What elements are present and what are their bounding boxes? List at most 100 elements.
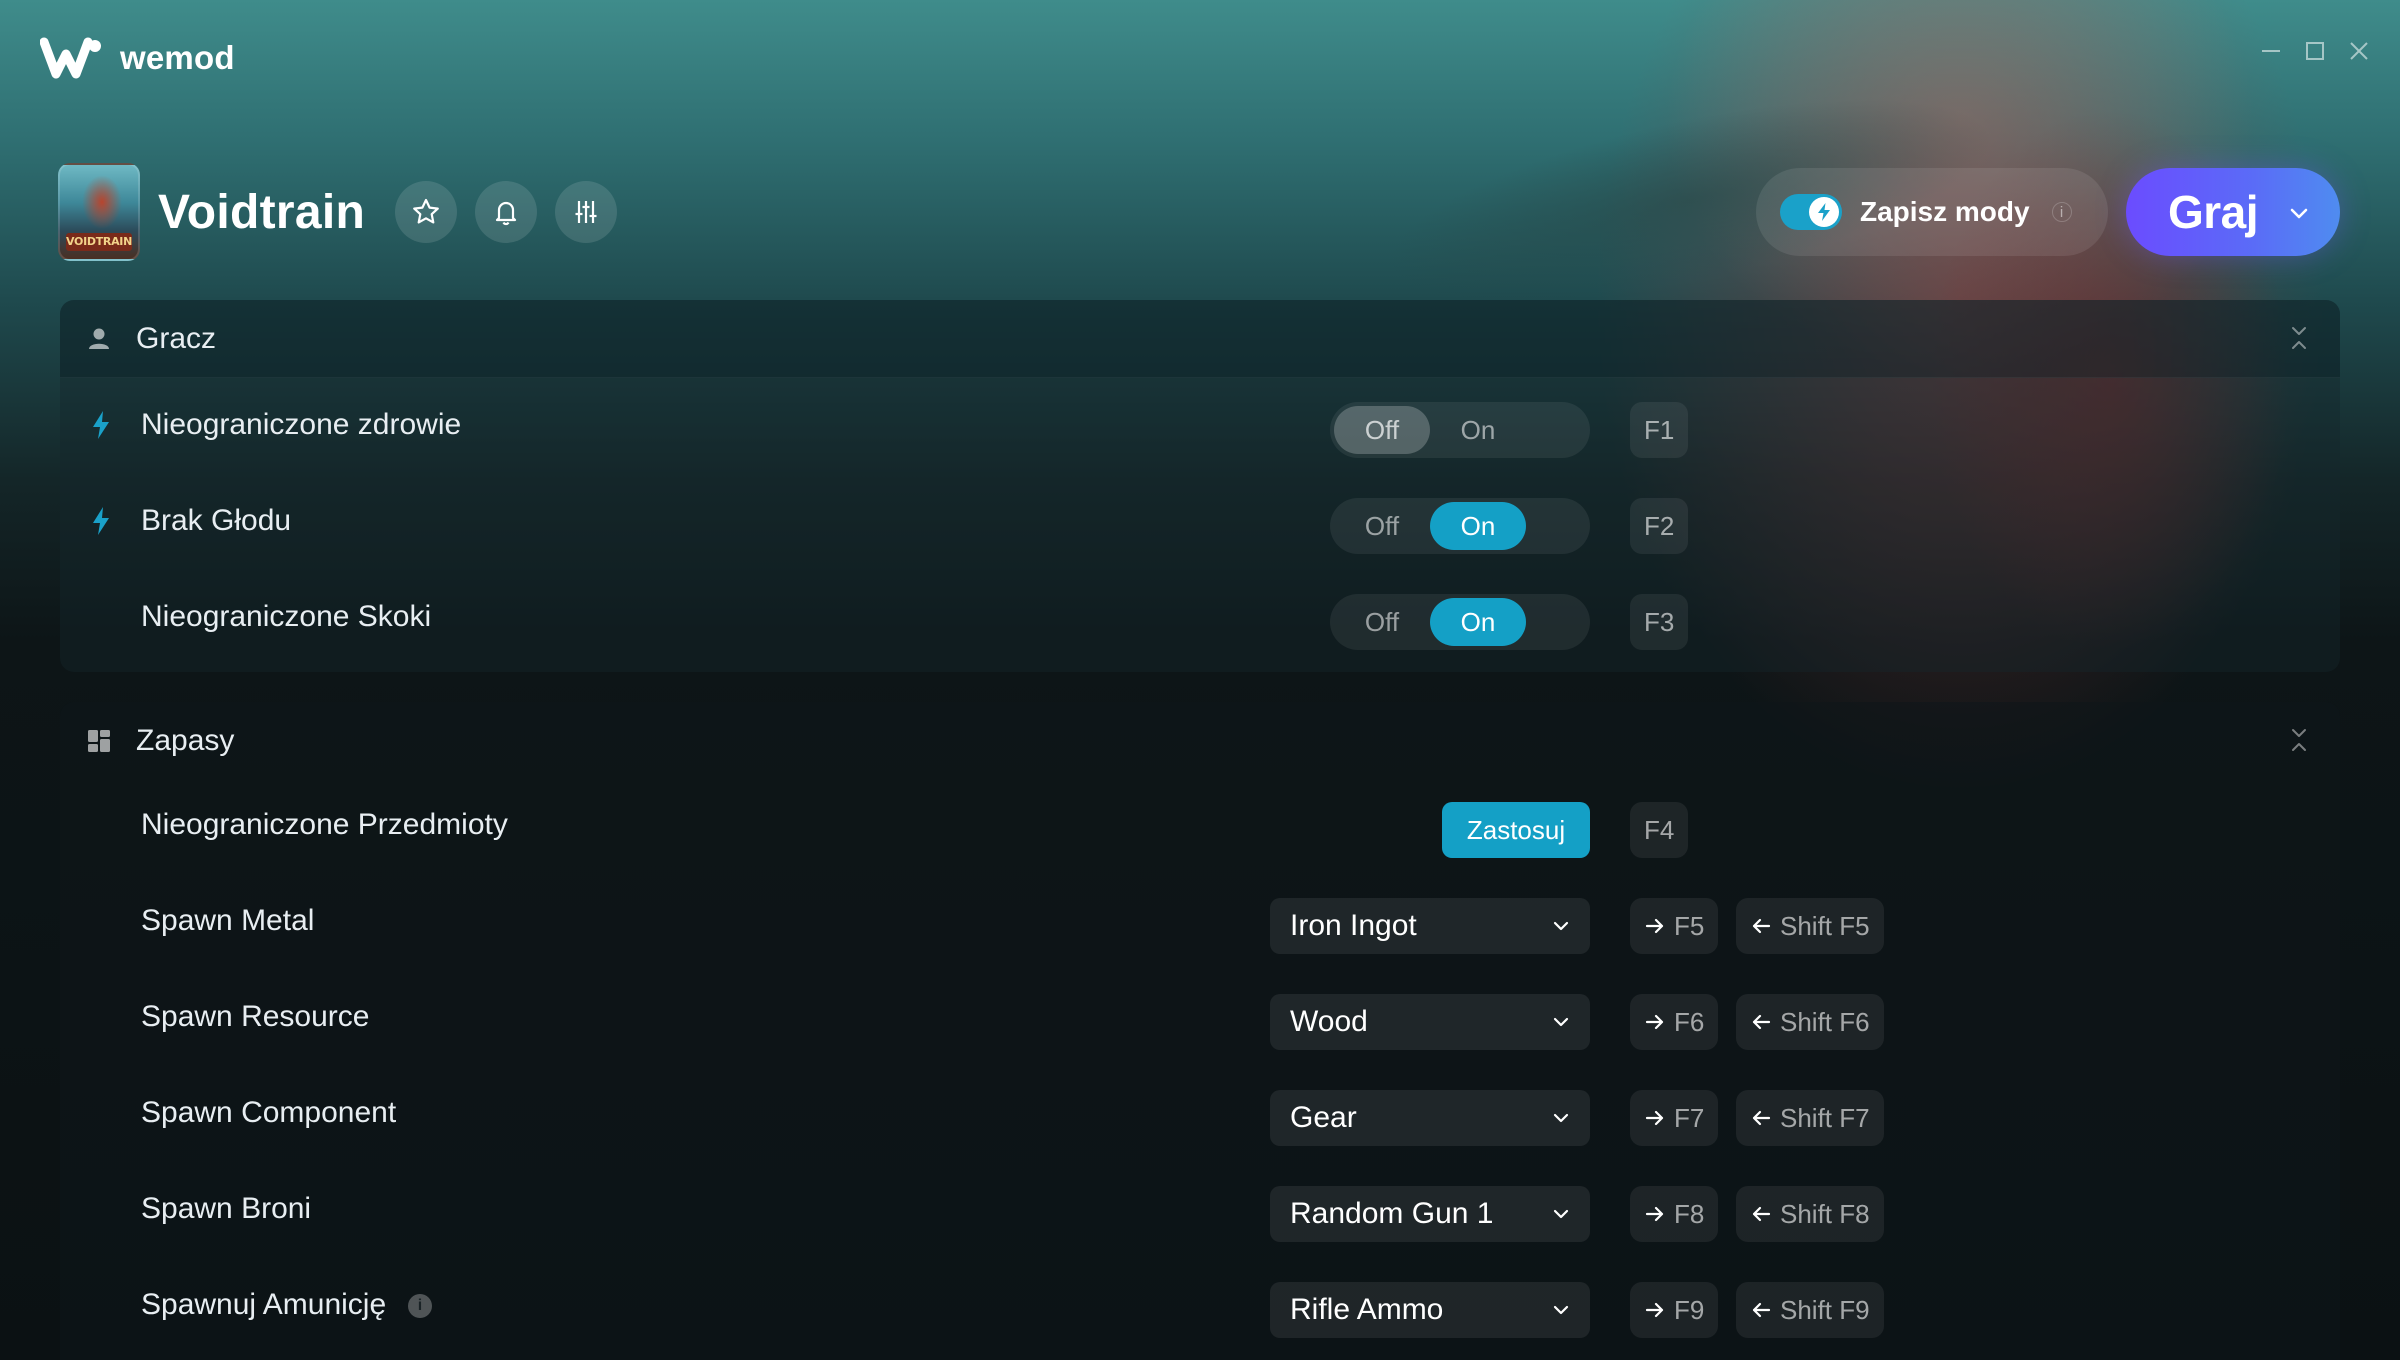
mod-toggle[interactable]: Off On bbox=[1330, 594, 1590, 650]
hotkey-next[interactable]: F8 bbox=[1630, 1186, 1719, 1242]
spawn-select[interactable]: Gear bbox=[1270, 1090, 1590, 1146]
maximize-icon[interactable] bbox=[2304, 40, 2326, 62]
favorite-button[interactable] bbox=[395, 181, 458, 243]
toggle-off[interactable]: Off bbox=[1334, 406, 1430, 454]
hotkey-label: F9 bbox=[1674, 1294, 1705, 1325]
game-header: VOIDTRAIN Voidtrain bbox=[58, 162, 618, 262]
section-header-supplies[interactable]: Zapasy bbox=[60, 702, 2340, 780]
toggle-on[interactable]: On bbox=[1430, 502, 1526, 550]
chevron-down-icon[interactable] bbox=[2288, 202, 2310, 224]
info-icon[interactable]: i bbox=[408, 1294, 432, 1318]
save-mods-control[interactable]: Zapisz mody i bbox=[1756, 168, 2108, 256]
mod-row: Spawn Metal Iron Ingot F5 Shift F5 bbox=[60, 876, 2340, 966]
mod-toggle[interactable]: Off On bbox=[1330, 498, 1590, 554]
hotkey-label: Shift F5 bbox=[1780, 910, 1870, 941]
hotkey-badge[interactable]: F2 bbox=[1630, 498, 1689, 554]
toggle-off[interactable]: Off bbox=[1334, 502, 1430, 550]
arrow-left-icon bbox=[1752, 918, 1771, 934]
collapse-icon[interactable] bbox=[2288, 726, 2310, 754]
arrow-left-icon bbox=[1752, 1110, 1771, 1126]
arrow-right-icon bbox=[1645, 1302, 1664, 1318]
info-icon[interactable]: i bbox=[2051, 202, 2072, 222]
game-thumbnail: VOIDTRAIN bbox=[58, 163, 140, 261]
mod-row: Spawn Resource Wood F6 Shift F6 bbox=[60, 972, 2340, 1062]
hotkey-label: F4 bbox=[1644, 814, 1675, 845]
spawn-select[interactable]: Iron Ingot bbox=[1270, 898, 1590, 954]
hotkey-prev[interactable]: Shift F8 bbox=[1736, 1186, 1884, 1242]
hotkey-label: F1 bbox=[1644, 414, 1675, 445]
mod-label: Brak Głodu bbox=[141, 504, 292, 537]
toggle-on[interactable]: On bbox=[1430, 406, 1526, 454]
spawn-select[interactable]: Rifle Ammo bbox=[1270, 1282, 1590, 1338]
save-mods-label: Zapisz mody bbox=[1860, 196, 2030, 227]
arrow-left-icon bbox=[1752, 1302, 1771, 1318]
game-title: Voidtrain bbox=[158, 185, 366, 239]
mod-label: Nieograniczone Skoki bbox=[141, 600, 432, 633]
hotkey-badge[interactable]: F1 bbox=[1630, 402, 1689, 458]
mod-label: Spawn Metal bbox=[141, 904, 315, 937]
user-icon bbox=[89, 328, 109, 349]
wemod-logo-icon bbox=[40, 37, 101, 79]
mod-row: Spawn Broni Random Gun 1 F8 Shift F8 bbox=[60, 1164, 2340, 1254]
hotkey-label: Shift F6 bbox=[1780, 1006, 1870, 1037]
hotkey-label: F3 bbox=[1644, 606, 1675, 637]
mod-row: Nieograniczone Skoki Off On F3 bbox=[60, 572, 2340, 662]
chevron-down-icon bbox=[1553, 1113, 1569, 1123]
minimize-icon[interactable] bbox=[2260, 40, 2282, 62]
collapse-icon[interactable] bbox=[2288, 324, 2310, 352]
brand[interactable]: wemod bbox=[40, 36, 235, 80]
hotkey-prev[interactable]: Shift F6 bbox=[1736, 994, 1884, 1050]
hotkey-prev[interactable]: Shift F5 bbox=[1736, 898, 1884, 954]
star-icon bbox=[413, 198, 440, 224]
save-mods-toggle[interactable] bbox=[1780, 194, 1842, 230]
arrow-right-icon bbox=[1645, 1014, 1664, 1030]
chevron-down-icon bbox=[1553, 1017, 1569, 1027]
hotkey-prev[interactable]: Shift F9 bbox=[1736, 1282, 1884, 1338]
section-header-player[interactable]: Gracz bbox=[60, 300, 2340, 378]
bell-icon bbox=[496, 201, 517, 226]
hotkey-next[interactable]: F6 bbox=[1630, 994, 1719, 1050]
game-actions bbox=[395, 181, 618, 243]
title-bar: wemod bbox=[0, 0, 2400, 120]
hotkey-label: Shift F8 bbox=[1780, 1198, 1870, 1229]
bolt-icon bbox=[1818, 203, 1830, 221]
chevron-down-icon bbox=[1553, 921, 1569, 931]
hotkey-next[interactable]: F7 bbox=[1630, 1090, 1719, 1146]
spawn-select[interactable]: Wood bbox=[1270, 994, 1590, 1050]
thumbnail-logo: VOIDTRAIN bbox=[66, 233, 132, 251]
section-title: Gracz bbox=[136, 321, 217, 355]
mod-row: Brak Głodu Off On F2 bbox=[60, 476, 2340, 566]
hotkey-badge[interactable]: F3 bbox=[1630, 594, 1689, 650]
chevron-down-icon bbox=[1553, 1305, 1569, 1315]
hotkey-next[interactable]: F9 bbox=[1630, 1282, 1719, 1338]
mod-label: Nieograniczone Przedmioty bbox=[141, 808, 508, 841]
mod-row: Nieograniczone Przedmioty Zastosuj F4 bbox=[60, 780, 2340, 870]
hotkey-badge[interactable]: F4 bbox=[1630, 802, 1689, 858]
sliders-icon bbox=[575, 201, 597, 223]
play-button[interactable]: Graj bbox=[2126, 168, 2340, 256]
mod-settings-button[interactable] bbox=[555, 181, 618, 243]
hotkey-label: Shift F9 bbox=[1780, 1294, 1870, 1325]
hotkey-label: F5 bbox=[1674, 910, 1705, 941]
close-icon[interactable] bbox=[2348, 40, 2370, 62]
arrow-left-icon bbox=[1752, 1014, 1771, 1030]
mod-row: Spawnuj Amunicję i Rifle Ammo F9 Shift F… bbox=[60, 1260, 2340, 1350]
toggle-knob bbox=[1809, 197, 1839, 227]
hotkey-prev[interactable]: Shift F7 bbox=[1736, 1090, 1884, 1146]
bolt-icon bbox=[93, 411, 109, 439]
section-supplies: Zapasy Nieograniczone Przedmioty Zastosu… bbox=[60, 702, 2340, 1360]
mod-toggle[interactable]: Off On bbox=[1330, 402, 1590, 458]
arrow-right-icon bbox=[1645, 918, 1664, 934]
toggle-off[interactable]: Off bbox=[1334, 598, 1430, 646]
mod-label: Spawn Broni bbox=[141, 1192, 312, 1225]
section-player: Gracz Nieograniczone zdrowie Off On F1 B… bbox=[60, 300, 2340, 672]
hotkey-label: F2 bbox=[1644, 510, 1675, 541]
hotkey-next[interactable]: F5 bbox=[1630, 898, 1719, 954]
spawn-select[interactable]: Random Gun 1 bbox=[1270, 1186, 1590, 1242]
apply-button[interactable]: Zastosuj bbox=[1442, 802, 1590, 858]
select-value: Rifle Ammo bbox=[1290, 1293, 1444, 1326]
mod-label: Nieograniczone zdrowie bbox=[141, 408, 462, 441]
notifications-button[interactable] bbox=[475, 181, 538, 243]
toggle-on[interactable]: On bbox=[1430, 598, 1526, 646]
arrow-right-icon bbox=[1645, 1206, 1664, 1222]
